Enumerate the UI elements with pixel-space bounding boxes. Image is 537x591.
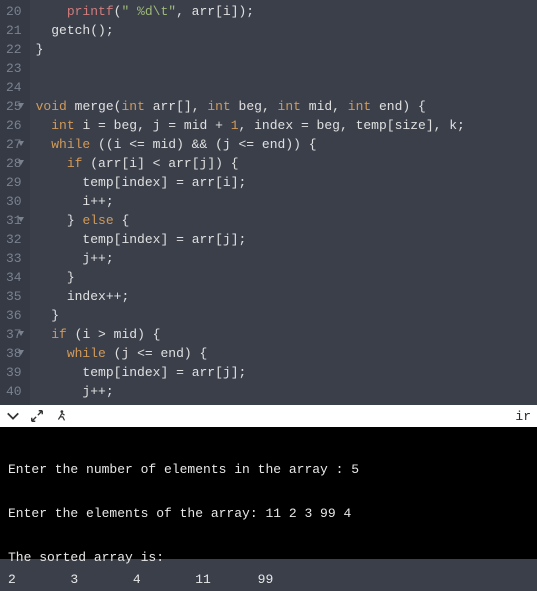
line-number: 35 bbox=[6, 287, 22, 306]
console-line bbox=[8, 481, 529, 503]
line-number: 40 bbox=[6, 382, 22, 401]
code-line[interactable]: if (i > mid) { bbox=[36, 325, 537, 344]
line-number: 33 bbox=[6, 249, 22, 268]
line-number: 29 bbox=[6, 173, 22, 192]
line-gutter: 2021222324252627282930313233343536373839… bbox=[0, 0, 30, 405]
line-number: 23 bbox=[6, 59, 22, 78]
line-number: 39 bbox=[6, 363, 22, 382]
console-line: The sorted array is: bbox=[8, 547, 529, 569]
line-number: 34 bbox=[6, 268, 22, 287]
console-line bbox=[8, 525, 529, 547]
line-number: 24 bbox=[6, 78, 22, 97]
line-number: 31 bbox=[6, 211, 22, 230]
code-line[interactable]: j++; bbox=[36, 249, 537, 268]
console-line: Enter the number of elements in the arra… bbox=[8, 459, 529, 481]
code-line[interactable]: getch(); bbox=[36, 21, 537, 40]
code-line[interactable]: printf(" %d\t", arr[i]); bbox=[36, 2, 537, 21]
line-number: 32 bbox=[6, 230, 22, 249]
code-line[interactable] bbox=[36, 59, 537, 78]
code-line[interactable] bbox=[36, 78, 537, 97]
line-number: 30 bbox=[6, 192, 22, 211]
console-line: 2 3 4 11 99 bbox=[8, 569, 529, 591]
code-line[interactable]: if (arr[i] < arr[j]) { bbox=[36, 154, 537, 173]
line-number: 28 bbox=[6, 154, 22, 173]
line-number: 27 bbox=[6, 135, 22, 154]
output-toolbar: ir bbox=[0, 405, 537, 427]
line-number: 38 bbox=[6, 344, 22, 363]
line-number: 22 bbox=[6, 40, 22, 59]
code-line[interactable]: i++; bbox=[36, 192, 537, 211]
chevron-down-icon[interactable] bbox=[6, 409, 20, 423]
code-line[interactable]: j++; bbox=[36, 382, 537, 401]
code-line[interactable]: } bbox=[36, 268, 537, 287]
code-line[interactable]: temp[index] = arr[i]; bbox=[36, 173, 537, 192]
toolbar-status: ir bbox=[515, 409, 531, 424]
code-line[interactable]: while ((i <= mid) && (j <= end)) { bbox=[36, 135, 537, 154]
code-editor[interactable]: 2021222324252627282930313233343536373839… bbox=[0, 0, 537, 405]
code-line[interactable]: temp[index] = arr[j]; bbox=[36, 363, 537, 382]
line-number: 21 bbox=[6, 21, 22, 40]
code-line[interactable]: } else { bbox=[36, 211, 537, 230]
expand-icon[interactable] bbox=[30, 409, 44, 423]
code-line[interactable]: temp[index] = arr[j]; bbox=[36, 230, 537, 249]
code-line[interactable]: while (j <= end) { bbox=[36, 344, 537, 363]
console-line bbox=[8, 437, 529, 459]
line-number: 20 bbox=[6, 2, 22, 21]
code-area[interactable]: printf(" %d\t", arr[i]); getch();} void m… bbox=[30, 0, 537, 405]
line-number: 37 bbox=[6, 325, 22, 344]
code-line[interactable]: int i = beg, j = mid + 1, index = beg, t… bbox=[36, 116, 537, 135]
code-line[interactable]: void merge(int arr[], int beg, int mid, … bbox=[36, 97, 537, 116]
code-line[interactable]: index++; bbox=[36, 287, 537, 306]
output-console: Enter the number of elements in the arra… bbox=[0, 427, 537, 559]
line-number: 25 bbox=[6, 97, 22, 116]
line-number: 26 bbox=[6, 116, 22, 135]
code-line[interactable]: } bbox=[36, 306, 537, 325]
console-line: Enter the elements of the array: 11 2 3 … bbox=[8, 503, 529, 525]
code-line[interactable]: } bbox=[36, 40, 537, 59]
line-number: 36 bbox=[6, 306, 22, 325]
run-person-icon[interactable] bbox=[54, 409, 68, 423]
